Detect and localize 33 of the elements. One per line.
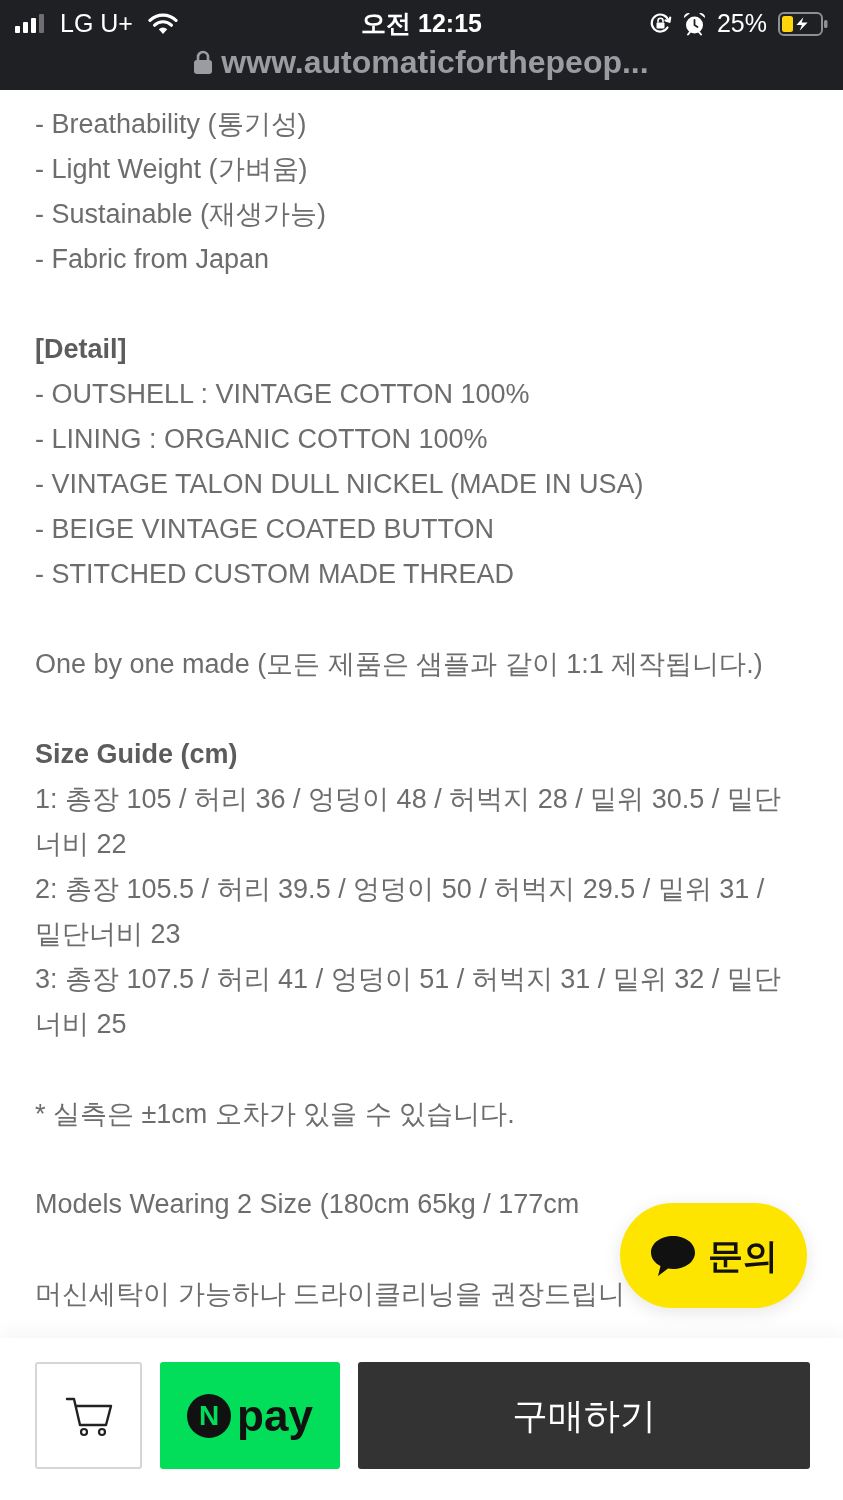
speech-bubble-icon [649, 1234, 696, 1277]
detail-line: - LINING : ORGANIC COTTON 100% [35, 423, 489, 456]
feature-line: - Breathability (통기성) [35, 108, 308, 141]
clock-time: 오전 12:15 [361, 11, 482, 36]
feature-line: - Fabric from Japan [35, 243, 271, 276]
cart-button[interactable] [35, 1362, 142, 1469]
wifi-icon [147, 12, 178, 35]
chat-inquiry-button[interactable]: 문의 [620, 1203, 807, 1308]
lock-icon [194, 50, 213, 74]
detail-line: - BEIGE VINTAGE COATED BUTTON [35, 513, 496, 546]
detail-line: - STITCHED CUSTOM MADE THREAD [35, 558, 516, 591]
rotation-lock-icon [648, 12, 672, 35]
section-heading: [Detail] [35, 333, 128, 366]
note-text: One by one made (모든 제품은 샘플과 같이 1:1 제작됩니다.) [35, 648, 764, 681]
size-row-text: 2: 총장 105.5 / 허리 39.5 / 엉덩이 50 / 허벅지 29.5 / 밑위 31 / 밑단너비 23 [35, 873, 766, 951]
battery-percent: 25% [716, 11, 767, 36]
size-row-text: 1: 총장 105 / 허리 36 / 엉덩이 48 / 허벅지 28 / 밑위 30.5 / 밑단너비 22 [35, 783, 782, 861]
npay-button[interactable]: N pay [160, 1362, 340, 1469]
battery-charging-icon [778, 11, 828, 36]
npay-badge: N [187, 1393, 232, 1438]
detail-line: - OUTSHELL : VINTAGE COTTON 100% [35, 378, 531, 411]
feature-line: - Sustainable (재생가능) [35, 198, 328, 231]
detail-line: - VINTAGE TALON DULL NICKEL (MADE IN USA) [35, 468, 645, 501]
tolerance-note: * 실측은 ±1cm 오차가 있을 수 있습니다. [35, 1098, 516, 1131]
carrier-label: LG U+ [60, 11, 133, 36]
signal-icon [15, 14, 45, 33]
buy-button[interactable]: 구매하기 [358, 1362, 810, 1469]
size-row-text: 3: 총장 107.5 / 허리 41 / 엉덩이 51 / 허벅지 31 / 밑위 32 / 밑단너비 25 [35, 963, 782, 1041]
alarm-clock-icon [682, 11, 706, 36]
models-note: Models Wearing 2 Size (180cm 65kg / 177cm [35, 1188, 580, 1221]
section-heading: Size Guide (cm) [35, 738, 239, 771]
feature-line: - Light Weight (가벼움) [35, 153, 309, 186]
url-text[interactable]: www.automaticforthepeop... [221, 46, 649, 78]
